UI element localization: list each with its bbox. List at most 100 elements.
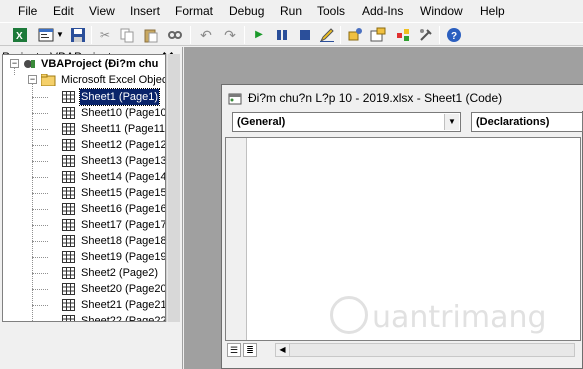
tree-item-label: Sheet1 (Page1) [78, 88, 161, 106]
tree-item-label: VBAProject (Đi?m chu [41, 58, 159, 70]
code-window-bottom-bar: ☰ ≣ ◀ [225, 341, 581, 359]
toolbar-separator [439, 26, 440, 44]
design-mode-icon[interactable] [318, 26, 336, 44]
folder-open-icon [40, 73, 56, 87]
procedure-combo[interactable]: (Declarations) [471, 112, 583, 132]
tree-item-vbaproject[interactable]: − VBAProject (Đi?m chu [3, 56, 165, 72]
tree-item-sheet[interactable]: Sheet16 (Page16 [3, 201, 166, 217]
toolbar-separator [91, 26, 92, 44]
procedure-view-icon[interactable]: ☰ [227, 343, 241, 357]
cut-icon[interactable]: ✂ [96, 26, 114, 44]
tree-item-sheet[interactable]: Sheet21 (Page21 [3, 297, 165, 313]
tree-item-label: Sheet13 (Page13 [81, 155, 166, 167]
run-icon[interactable]: ▶ [250, 26, 268, 44]
break-icon[interactable] [273, 26, 291, 44]
menu-run[interactable]: Run [280, 3, 302, 19]
worksheet-icon [62, 267, 75, 279]
tree-item-label: Sheet18 (Page18 [81, 235, 166, 247]
tree-item-label: Sheet12 (Page12 [81, 139, 166, 151]
tree-connector [32, 321, 48, 322]
scroll-left-icon[interactable]: ◀ [276, 344, 290, 356]
tree-item-sheet[interactable]: Sheet13 (Page13 [3, 153, 166, 169]
menu-bar: File Edit View Insert Format Debug Run T… [0, 0, 583, 22]
code-window-titlebar[interactable]: Đi?m chu?n L?p 10 - 2019.xlsx - Sheet1 (… [222, 85, 583, 111]
toolbar-separator [190, 26, 191, 44]
find-icon[interactable] [166, 26, 184, 44]
properties-icon[interactable] [369, 26, 387, 44]
tree-item-label: Sheet17 (Page17 [81, 219, 166, 231]
tree-item-sheet[interactable]: Sheet22 (Page22 [3, 313, 166, 322]
tree-item-sheet[interactable]: Sheet17 (Page17 [3, 217, 166, 233]
chevron-down-icon[interactable]: ▼ [444, 114, 459, 130]
worksheet-icon [62, 171, 75, 183]
tree-item-label: Sheet2 (Page2) [81, 267, 159, 279]
redo-icon[interactable]: ↷ [221, 26, 239, 44]
insert-module-icon[interactable] [37, 26, 55, 44]
tree-item-label: Sheet10 (Page10 [81, 107, 166, 119]
tree-item-sheet[interactable]: Sheet19 (Page19 [3, 249, 165, 265]
tree-item-sheet[interactable]: Sheet14 (Page14 [3, 169, 166, 185]
project-explorer-icon[interactable] [346, 26, 364, 44]
tree-item-label: Sheet16 (Page16 [81, 203, 166, 215]
horizontal-scrollbar[interactable]: ◀ [275, 343, 575, 357]
code-window-icon [228, 91, 242, 105]
collapse-icon[interactable]: − [10, 59, 19, 68]
reset-icon[interactable] [296, 26, 314, 44]
scroll-thumb[interactable] [168, 54, 180, 322]
tree-item-excel-objects-folder[interactable]: − Microsoft Excel Objec [3, 72, 165, 88]
worksheet-icon [62, 139, 75, 151]
worksheet-icon [62, 155, 75, 167]
tree-scrollbar[interactable] [166, 54, 180, 322]
standard-toolbar: X ▼ ✂ ↶ ↷ ▶ ? [0, 22, 583, 46]
watermark-logo-icon [330, 296, 368, 334]
worksheet-icon [62, 251, 75, 263]
tree-item-sheet[interactable]: Sheet10 (Page10 [3, 105, 166, 121]
copy-icon[interactable] [118, 26, 136, 44]
menu-debug[interactable]: Debug [229, 3, 264, 19]
collapse-icon[interactable]: − [28, 75, 37, 84]
menu-add-ins[interactable]: Add-Ins [362, 3, 403, 19]
tree-item-sheet[interactable]: Sheet20 (Page20 [3, 281, 165, 297]
tree-item-sheet[interactable]: Sheet2 (Page2) [3, 265, 165, 281]
full-module-view-icon[interactable]: ≣ [243, 343, 257, 357]
object-browser-icon[interactable] [394, 26, 412, 44]
object-combo[interactable]: (General) ▼ [232, 112, 461, 132]
dropdown-arrow-icon[interactable]: ▼ [55, 26, 65, 44]
tree-item-sheet[interactable]: Sheet11 (Page11 [3, 121, 165, 137]
help-icon[interactable]: ? [445, 26, 463, 44]
toolbar-separator [340, 26, 341, 44]
menu-edit[interactable]: Edit [53, 3, 74, 19]
menu-tools[interactable]: Tools [317, 3, 345, 19]
menu-insert[interactable]: Insert [130, 3, 160, 19]
menu-window[interactable]: Window [420, 3, 463, 19]
undo-icon[interactable]: ↶ [197, 26, 215, 44]
code-margin-bar[interactable] [226, 138, 247, 340]
project-tree[interactable]: − VBAProject (Đi?m chu − Microsoft Excel… [2, 54, 166, 322]
paste-icon[interactable] [142, 26, 160, 44]
toolbar-separator [244, 26, 245, 44]
svg-text:X: X [16, 31, 23, 42]
worksheet-icon [62, 315, 75, 321]
menu-format[interactable]: Format [175, 3, 213, 19]
tree-item-label: Sheet14 (Page14 [81, 171, 166, 183]
watermark-text: uantrimang [372, 300, 547, 335]
procedure-combo-value: (Declarations) [476, 116, 550, 128]
tree-item-label: Sheet15 (Page15 [81, 187, 166, 199]
save-icon[interactable] [69, 26, 87, 44]
menu-view[interactable]: View [89, 3, 115, 19]
tree-item-label: Sheet11 (Page11 [81, 123, 165, 135]
vbaproject-icon [23, 58, 36, 70]
tree-item-sheet[interactable]: Sheet1 (Page1) [3, 88, 165, 106]
excel-icon[interactable]: X [11, 26, 29, 44]
tree-item-sheet[interactable]: Sheet18 (Page18 [3, 233, 166, 249]
tree-item-sheet[interactable]: Sheet12 (Page12 [3, 137, 166, 153]
code-window-title: Đi?m chu?n L?p 10 - 2019.xlsx - Sheet1 (… [248, 91, 503, 105]
menu-help[interactable]: Help [480, 3, 505, 19]
tree-item-sheet[interactable]: Sheet15 (Page15 [3, 185, 166, 201]
tree-item-label: Sheet22 (Page22 [81, 315, 166, 322]
menu-file[interactable]: File [18, 3, 37, 19]
worksheet-icon [62, 187, 75, 199]
toolbox-icon[interactable] [417, 26, 435, 44]
worksheet-icon [62, 123, 75, 135]
worksheet-icon [62, 91, 75, 103]
